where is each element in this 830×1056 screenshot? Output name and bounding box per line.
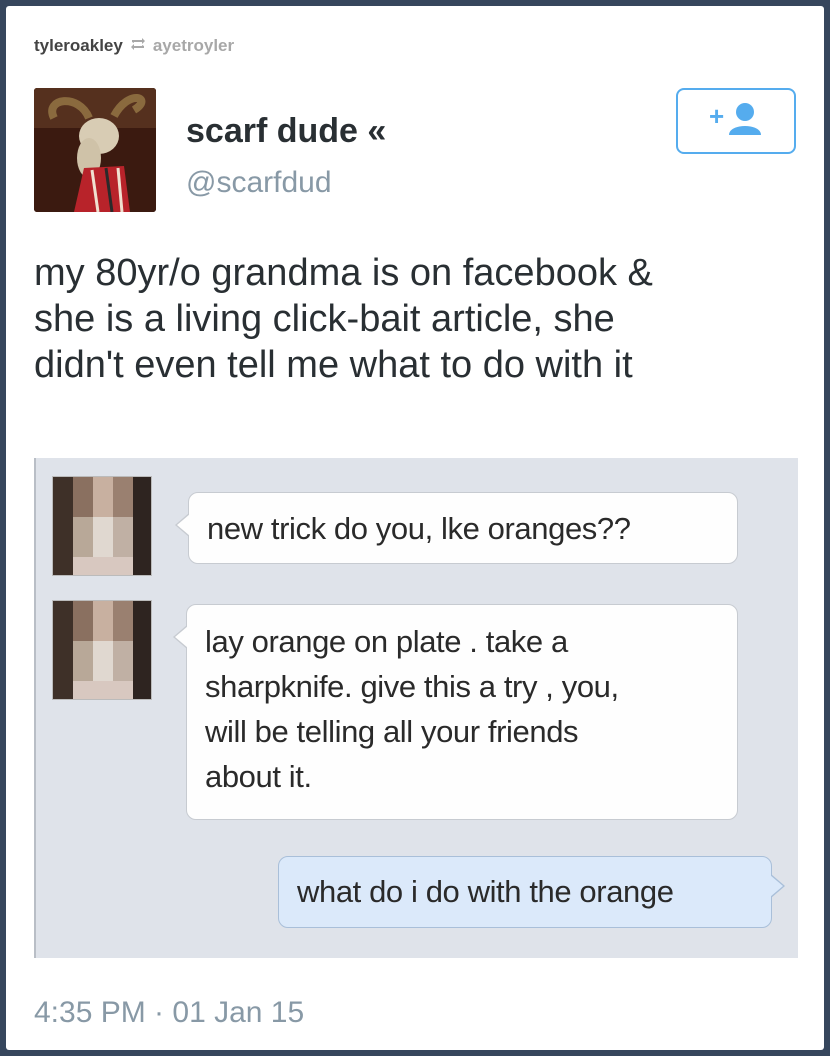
tweet-display-name[interactable]: scarf dude « [186,112,386,151]
chat-message-outgoing: what do i do with the orange [278,856,785,928]
reblog-source-username[interactable]: ayetroyler [153,36,234,56]
chat-message-text: sharpknife. give this a try , you, [205,669,619,704]
reblog-header: tyleroakley ayetroyler [34,34,234,58]
tweet-text-line: didn't even tell me what to do with it [34,344,633,386]
tweet-text-line: she is a living click-bait article, she [34,298,615,340]
tweet-author-avatar[interactable] [34,88,156,212]
tweet-text-line: my 80yr/o grandma is on facebook & [34,252,653,294]
chat-message-text: lay orange on plate . take a [205,624,568,659]
tweet-text: my 80yr/o grandma is on facebook & she i… [34,250,804,388]
reblog-username[interactable]: tyleroakley [34,36,123,56]
chat-screenshot-image: new trick do you, lke oranges?? lay oran… [34,458,798,958]
post-card: tyleroakley ayetroyler scarf dude « @sca… [6,6,824,1050]
chat-message-incoming: new trick do you, lke oranges?? [175,492,738,564]
follow-user-icon: + [707,101,765,142]
tweet-handle[interactable]: @scarfdud [186,166,332,200]
chat-message-text: about it. [205,759,312,794]
follow-button[interactable]: + [676,88,796,154]
chat-message-incoming: lay orange on plate . take a sharpknife.… [173,604,738,820]
tweet-timestamp[interactable]: 4:35 PM · 01 Jan 15 [34,996,304,1030]
blurred-avatar [52,600,152,700]
chat-message-text: new trick do you, lke oranges?? [207,511,631,546]
blurred-avatar [52,476,152,576]
chat-message-text: what do i do with the orange [297,874,674,909]
svg-text:+: + [709,101,724,131]
chat-message-text: will be telling all your friends [205,714,579,749]
reblog-icon [129,36,147,56]
